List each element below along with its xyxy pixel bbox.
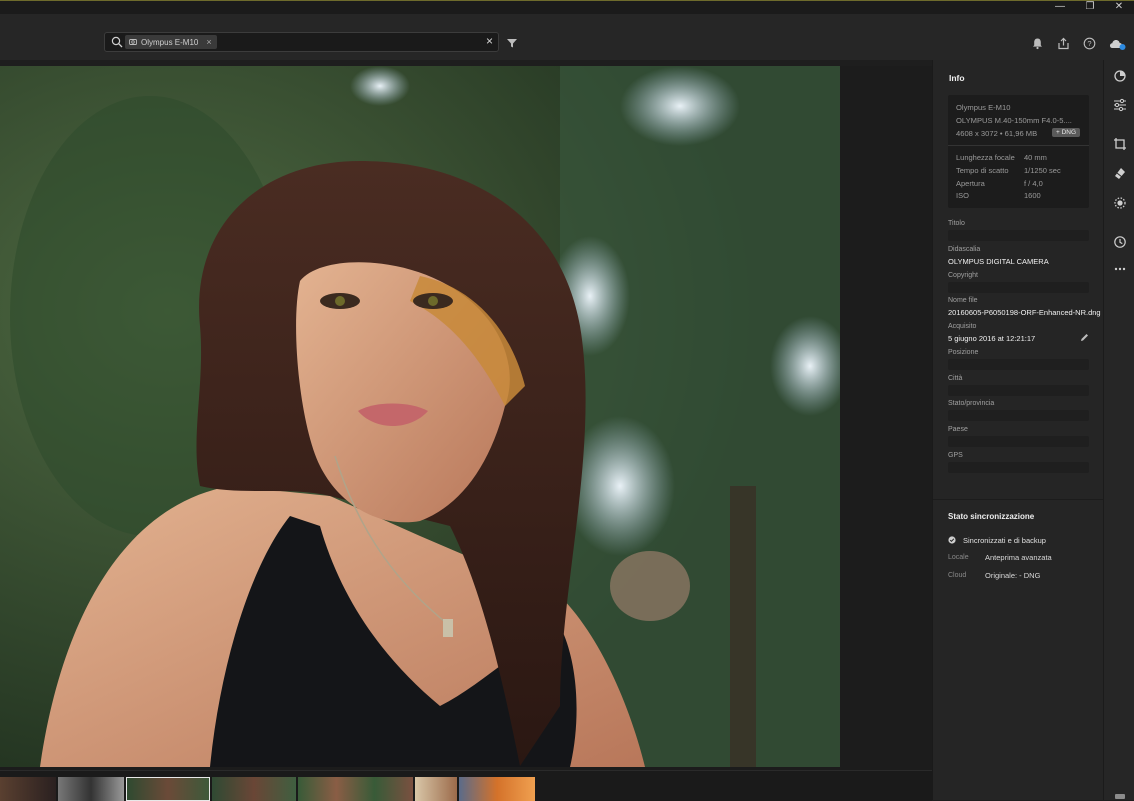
filename-label: Nome file [948, 297, 978, 304]
local-label: Locale [948, 554, 969, 561]
gps-field[interactable] [948, 462, 1089, 473]
state-field[interactable] [948, 410, 1089, 421]
masking-icon[interactable] [1113, 196, 1127, 210]
history-icon[interactable] [1113, 235, 1127, 249]
search-bar[interactable]: Olympus E-M10 × × [104, 32, 499, 52]
check-circle-icon [948, 536, 956, 546]
cloud-label: Cloud [948, 572, 967, 579]
chip-remove-button[interactable]: × [206, 37, 211, 47]
help-icon[interactable]: ? [1083, 37, 1097, 51]
gps-label: GPS [948, 452, 963, 459]
exif-value: 40 mm [1024, 153, 1047, 162]
panel-toggle-icon[interactable] [1113, 792, 1127, 799]
filmstrip-thumbnail[interactable] [415, 777, 457, 801]
notification-bell-icon[interactable] [1031, 37, 1045, 51]
more-options-icon[interactable] [1113, 262, 1127, 276]
caption-field[interactable]: OLYMPUS DIGITAL CAMERA [948, 257, 1049, 266]
svg-text:?: ? [1087, 39, 1091, 48]
right-tool-rail [1103, 60, 1134, 800]
search-icon [111, 36, 123, 50]
title-field[interactable] [948, 230, 1089, 241]
filmstrip-thumbnail[interactable] [58, 777, 124, 801]
city-label: Città [948, 375, 963, 382]
lens-model: OLYMPUS M.40-150mm F4.0-5.... [956, 116, 1072, 125]
crop-icon[interactable] [1113, 137, 1127, 151]
share-icon[interactable] [1057, 37, 1071, 51]
filmstrip-thumbnail[interactable] [0, 777, 56, 801]
filter-icon[interactable] [506, 37, 520, 51]
edit-pencil-icon[interactable] [1080, 333, 1089, 344]
filmstrip [0, 770, 932, 801]
clear-search-button[interactable]: × [486, 34, 493, 48]
image-dimensions: 4608 x 3072 • 61,96 MB [956, 129, 1038, 138]
minimize-button[interactable]: — [1045, 1, 1075, 14]
exif-label: Lunghezza focale [956, 153, 1015, 162]
edit-sliders-icon[interactable] [1113, 98, 1127, 112]
photo-viewer[interactable] [0, 66, 932, 770]
filename-field[interactable]: 20160605-P6050198-ORF-Enhanced-NR.dng [948, 308, 1101, 317]
chip-label: Olympus E-M10 [141, 37, 199, 47]
restore-button[interactable]: ❐ [1075, 1, 1105, 14]
exif-label: Apertura [956, 179, 985, 188]
camera-model: Olympus E-M10 [956, 103, 1011, 112]
camera-filter-chip[interactable]: Olympus E-M10 × [125, 35, 217, 49]
filmstrip-thumbnail[interactable] [298, 777, 413, 801]
filmstrip-thumbnail-selected[interactable] [126, 777, 210, 801]
copyright-label: Copyright [948, 272, 978, 279]
exif-value: 1/1250 sec [1024, 166, 1061, 175]
panel-title: Info [949, 73, 965, 83]
top-toolbar: Olympus E-M10 × × ? [0, 14, 1134, 60]
sync-status: Sincronizzati e di backup [963, 536, 1046, 545]
country-label: Paese [948, 426, 968, 433]
title-label: Titolo [948, 220, 965, 227]
cloud-sync-icon[interactable] [1109, 37, 1127, 51]
info-panel: Info Olympus E-M10 OLYMPUS M.40-150mm F4… [932, 60, 1104, 800]
presets-icon[interactable] [1113, 69, 1127, 83]
sync-section-title: Stato sincronizzazione [948, 512, 1035, 521]
filmstrip-thumbnail[interactable] [459, 777, 535, 801]
location-label: Posizione [948, 349, 979, 356]
divider [933, 499, 1104, 500]
capture-date-value: 5 giugno 2016 at 12:21:17 [948, 334, 1036, 343]
dng-badge: + DNG [1052, 128, 1081, 137]
camera-icon [129, 38, 137, 47]
location-field[interactable] [948, 359, 1089, 370]
country-field[interactable] [948, 436, 1089, 447]
exif-label: ISO [956, 191, 969, 200]
copyright-field[interactable] [948, 282, 1089, 293]
title-bar: — ❐ ✕ [0, 0, 1134, 14]
filmstrip-thumbnail[interactable] [212, 777, 296, 801]
close-window-button[interactable]: ✕ [1104, 1, 1134, 14]
divider [948, 145, 1089, 146]
exif-value: f / 4,0 [1024, 179, 1043, 188]
exif-value: 1600 [1024, 191, 1041, 200]
exif-label: Tempo di scatto [956, 166, 1009, 175]
capture-date-label: Acquisito [948, 323, 977, 330]
state-label: Stato/provincia [948, 400, 995, 407]
main-photo[interactable] [0, 66, 840, 767]
local-value: Anteprima avanzata [985, 553, 1052, 562]
healing-brush-icon[interactable] [1113, 166, 1127, 180]
city-field[interactable] [948, 385, 1089, 396]
cloud-value: Originale: - DNG [985, 571, 1041, 580]
metadata-summary: Olympus E-M10 OLYMPUS M.40-150mm F4.0-5.… [948, 95, 1089, 208]
caption-label: Didascalia [948, 246, 981, 253]
